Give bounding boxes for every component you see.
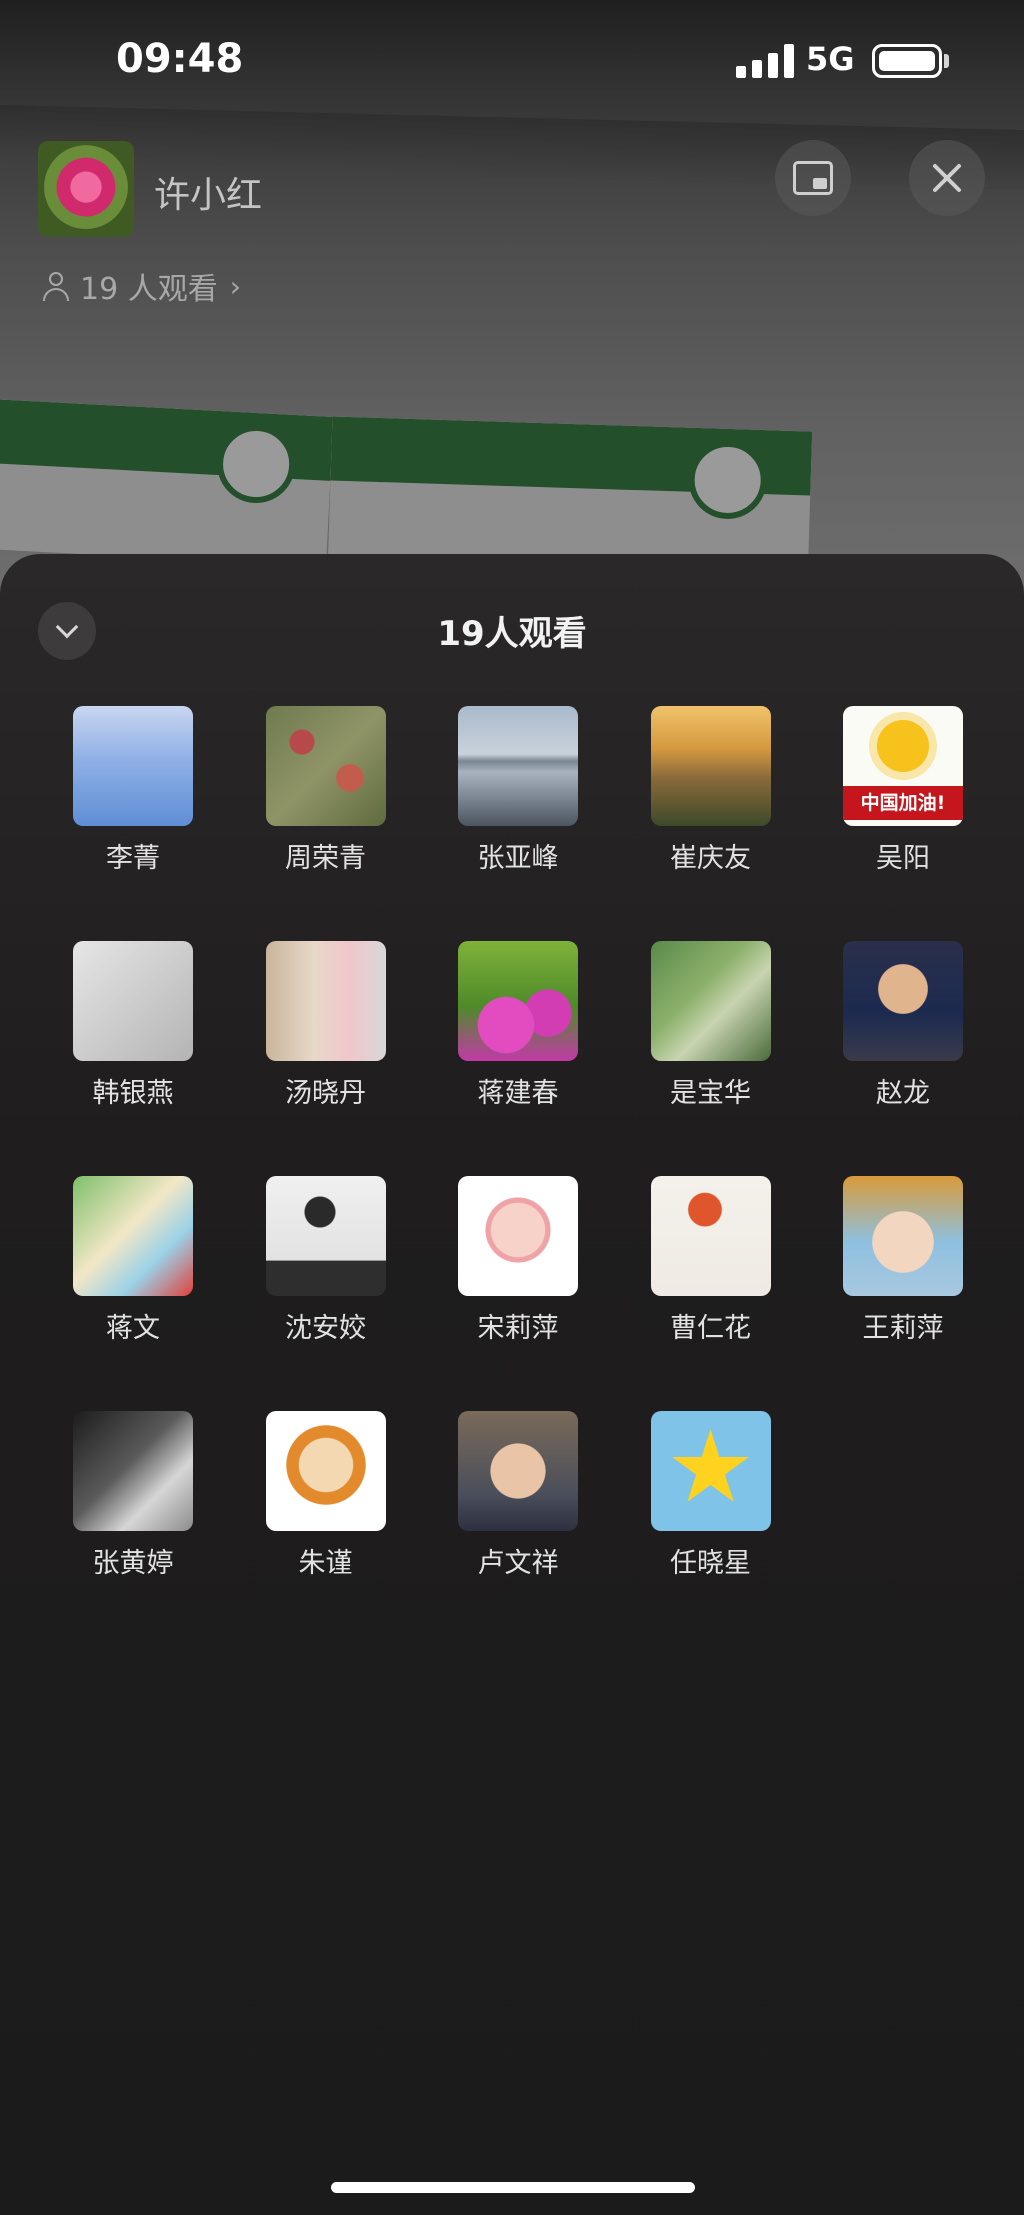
viewer-item[interactable]: 蒋建春 xyxy=(443,941,593,1121)
viewer-avatar xyxy=(843,941,963,1061)
viewer-item[interactable]: 沈安姣 xyxy=(251,1176,401,1356)
viewer-item[interactable]: 汤晓丹 xyxy=(251,941,401,1121)
viewer-avatar xyxy=(73,1176,193,1296)
viewer-name: 蒋文 xyxy=(106,1313,160,1344)
viewer-avatar xyxy=(458,706,578,826)
viewer-item[interactable]: 李菁 xyxy=(58,706,208,886)
viewer-name: 曹仁花 xyxy=(670,1313,751,1344)
viewer-avatar xyxy=(265,941,386,1061)
viewer-avatar: 中国加油! xyxy=(843,706,963,826)
viewer-item[interactable]: 周荣青 xyxy=(251,706,401,886)
viewer-avatar xyxy=(265,706,386,826)
viewer-item[interactable]: 任晓星 xyxy=(636,1411,786,1591)
viewers-count-text: 19 人观看 xyxy=(80,272,218,307)
viewer-name: 朱谨 xyxy=(298,1548,353,1579)
viewer-avatar xyxy=(650,1411,771,1531)
viewer-item[interactable]: 张亚峰 xyxy=(443,706,593,886)
viewer-name: 宋莉萍 xyxy=(477,1313,559,1344)
float-window-button[interactable] xyxy=(775,140,851,216)
viewer-item[interactable]: 韩银燕 xyxy=(58,941,208,1121)
live-stream-screen: 09:48 5G 许小红 19 人观看 › 19人观看 李菁 周荣青 张亚峰 崔庆友 中… xyxy=(0,0,1024,2215)
sheet-title: 19人观看 xyxy=(437,614,587,654)
viewers-count-link[interactable]: 19 人观看 › xyxy=(40,266,241,307)
home-indicator xyxy=(331,2182,695,2193)
viewer-item[interactable]: 曹仁花 xyxy=(636,1176,786,1356)
viewer-item[interactable]: 中国加油! 吴阳 xyxy=(828,706,978,886)
viewer-name: 吴阳 xyxy=(876,843,930,874)
viewer-avatar xyxy=(458,941,578,1061)
viewer-name: 任晓星 xyxy=(670,1548,751,1579)
viewer-name: 周荣青 xyxy=(285,843,366,874)
battery-tip xyxy=(944,54,949,68)
viewer-name: 王莉萍 xyxy=(862,1313,944,1344)
viewer-avatar xyxy=(73,941,193,1061)
viewer-item[interactable]: 崔庆友 xyxy=(636,706,786,886)
sun-icon xyxy=(877,720,929,772)
host-name[interactable]: 许小红 xyxy=(154,166,262,218)
viewer-avatar xyxy=(265,1176,386,1296)
viewer-avatar xyxy=(650,1176,771,1296)
viewer-name: 韩银燕 xyxy=(92,1078,174,1109)
viewer-item[interactable]: 卢文祥 xyxy=(443,1411,593,1591)
close-icon xyxy=(930,161,964,195)
viewer-name: 赵龙 xyxy=(876,1078,930,1109)
viewer-avatar xyxy=(265,1411,386,1531)
host-avatar[interactable] xyxy=(38,141,134,237)
picture-in-picture-icon xyxy=(793,161,833,195)
viewer-avatar xyxy=(73,706,193,826)
viewer-item[interactable]: 朱谨 xyxy=(251,1411,401,1591)
avatar-banner-text: 中国加油! xyxy=(843,786,963,820)
viewer-name: 汤晓丹 xyxy=(285,1078,366,1109)
viewer-name: 李菁 xyxy=(106,843,160,874)
viewer-name: 崔庆友 xyxy=(670,843,751,874)
viewer-avatar xyxy=(458,1411,578,1531)
viewer-item[interactable]: 蒋文 xyxy=(58,1176,208,1356)
viewer-name: 蒋建春 xyxy=(477,1078,559,1109)
viewer-avatar xyxy=(458,1176,578,1296)
viewer-item[interactable]: 王莉萍 xyxy=(828,1176,978,1356)
viewer-avatar xyxy=(73,1411,193,1531)
person-icon xyxy=(40,270,72,302)
battery-icon xyxy=(872,44,942,78)
viewers-sheet: 19人观看 李菁 周荣青 张亚峰 崔庆友 中国加油! 吴阳韩银燕 汤晓丹 蒋建春 是宝华 赵龙蒋文… xyxy=(0,554,1024,2215)
network-type: 5G xyxy=(806,40,855,78)
viewer-item[interactable]: 宋莉萍 xyxy=(443,1176,593,1356)
star-icon xyxy=(672,1429,749,1502)
viewer-name: 是宝华 xyxy=(670,1078,751,1109)
viewer-item[interactable]: 张黄婷 xyxy=(58,1411,208,1591)
status-bar: 09:48 5G xyxy=(0,0,1024,120)
viewer-name: 张亚峰 xyxy=(477,843,559,874)
viewer-avatar xyxy=(650,941,771,1061)
viewer-name: 张黄婷 xyxy=(92,1548,174,1579)
signal-strength-icon xyxy=(736,44,794,78)
viewer-avatar xyxy=(843,1176,963,1296)
viewer-item[interactable]: 是宝华 xyxy=(636,941,786,1121)
viewer-name: 卢文祥 xyxy=(477,1548,559,1579)
chevron-right-icon: › xyxy=(229,269,241,303)
viewer-item[interactable]: 赵龙 xyxy=(828,941,978,1121)
status-time: 09:48 xyxy=(116,36,244,82)
viewer-avatar xyxy=(650,706,771,826)
viewer-name: 沈安姣 xyxy=(285,1313,366,1344)
close-button[interactable] xyxy=(909,140,985,216)
